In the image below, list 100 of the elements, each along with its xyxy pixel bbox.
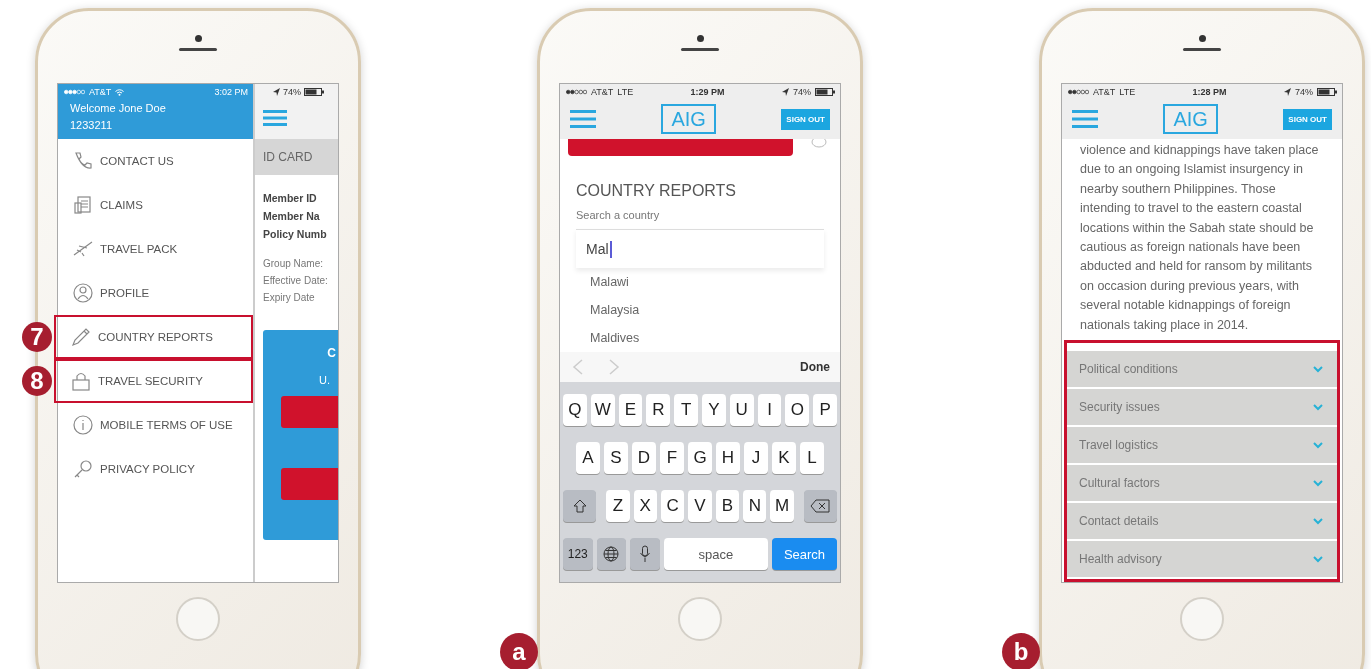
signal-dots-icon	[565, 89, 587, 95]
location-arrow-icon	[782, 88, 789, 96]
keyboard-key[interactable]: F	[660, 442, 684, 474]
suggestion-item[interactable]: Malawi	[560, 268, 840, 296]
carrier-name: AT&T	[89, 87, 112, 97]
chevron-left-icon[interactable]	[572, 359, 584, 375]
keyboard-key[interactable]: V	[688, 490, 712, 522]
menu-icon[interactable]	[570, 110, 596, 128]
keyboard-key[interactable]: K	[772, 442, 796, 474]
annotation-badge: b	[1002, 633, 1040, 669]
home-button[interactable]	[1180, 597, 1224, 641]
camera-dot	[1198, 35, 1206, 42]
delete-key[interactable]	[803, 490, 837, 522]
menu-item[interactable]: CLAIMS	[58, 183, 253, 227]
home-button[interactable]	[678, 597, 722, 641]
member-number: 1233211	[69, 118, 113, 133]
keyboard-key[interactable]: U	[729, 394, 754, 426]
menu-item[interactable]: PRIVACY POLICY	[58, 447, 253, 491]
keyboard-key[interactable]: R	[646, 394, 671, 426]
network-type: LTE	[1119, 87, 1136, 97]
keyboard-key[interactable]: J	[744, 442, 768, 474]
keyboard-key[interactable]: D	[632, 442, 656, 474]
keyboard-key[interactable]: L	[800, 442, 824, 474]
speaker-slot	[179, 48, 217, 51]
camera-dot	[194, 35, 202, 42]
keyboard-key[interactable]: N	[743, 490, 767, 522]
menu-item[interactable]: COUNTRY REPORTS	[54, 315, 253, 359]
welcome-text: Welcome Jone Doe	[69, 101, 167, 116]
numbers-key[interactable]: 123	[563, 538, 593, 570]
keyboard-key[interactable]: C	[660, 490, 685, 522]
keyboard-key[interactable]: A	[576, 442, 600, 474]
info-icon	[72, 414, 94, 436]
globe-key[interactable]	[596, 538, 627, 570]
menu-item[interactable]: CONTACT US	[58, 139, 253, 183]
keyboard-key[interactable]: W	[590, 394, 615, 426]
menu-item[interactable]: TRAVEL PACK	[58, 227, 253, 271]
carrier-name: AT&T	[591, 87, 614, 97]
menu-item[interactable]: MOBILE TERMS OF USE	[58, 403, 253, 447]
field-label: Search a country	[576, 208, 661, 223]
shift-arrow-icon	[572, 499, 587, 513]
keyboard-key[interactable]: G	[688, 442, 712, 474]
chevron-right-icon[interactable]	[608, 359, 620, 375]
keyboard-key[interactable]: E	[618, 394, 643, 426]
keyboard-key[interactable]: M	[770, 490, 794, 522]
field-label: Member ID	[263, 191, 318, 206]
keyboard-key[interactable]: I	[757, 394, 782, 426]
battery-percent: 74%	[793, 87, 811, 97]
status-time: 1:29 PM	[690, 87, 725, 97]
menu-icon[interactable]	[263, 110, 287, 126]
suggestion-item[interactable]: Maldives	[560, 324, 840, 352]
globe-icon	[603, 546, 620, 562]
annotation-badge: a	[500, 633, 538, 669]
field-label: Expiry Date	[263, 291, 316, 305]
padlock-icon	[70, 370, 92, 392]
keyboard-key[interactable]: Y	[702, 394, 726, 426]
keyboard-key[interactable]: Q	[563, 394, 587, 426]
location-arrow-icon	[273, 88, 280, 96]
battery-percent: 74%	[283, 87, 301, 97]
keyboard-key[interactable]: Z	[606, 490, 630, 522]
speaker-slot	[1183, 48, 1221, 51]
card-title: C	[327, 346, 337, 360]
done-button[interactable]: Done	[800, 360, 830, 374]
menu-item[interactable]: TRAVEL SECURITY	[54, 359, 253, 403]
field-label: Member Na	[263, 209, 321, 224]
tab[interactable]: ID CARD	[255, 139, 338, 175]
key-icon	[72, 458, 94, 480]
wifi-icon	[115, 88, 125, 96]
field-label: Effective Date:	[263, 274, 329, 288]
keyboard-key[interactable]: B	[715, 490, 740, 522]
carrier-name: AT&T	[1093, 87, 1116, 97]
keyboard-key[interactable]: X	[633, 490, 657, 522]
logo: AIG	[1163, 104, 1218, 134]
action-button[interactable]	[281, 468, 338, 500]
field-label: Policy Numb	[263, 227, 328, 242]
camera-dot	[696, 35, 704, 42]
home-button[interactable]	[176, 597, 220, 641]
keyboard-key[interactable]: T	[674, 394, 698, 426]
logo: AIG	[661, 104, 716, 134]
menu-icon[interactable]	[1072, 110, 1098, 128]
shift-key[interactable]	[563, 490, 597, 522]
suggestion-item[interactable]: Malaysia	[560, 296, 840, 324]
backspace-icon	[810, 499, 831, 513]
keyboard-key[interactable]: H	[716, 442, 740, 474]
battery-icon	[1317, 88, 1337, 96]
keyboard-key[interactable]: S	[604, 442, 628, 474]
battery-icon	[304, 88, 324, 96]
keyboard-key[interactable]: P	[813, 394, 837, 426]
annotation-badge: 7	[22, 322, 52, 352]
battery-icon	[815, 88, 835, 96]
search-field[interactable]: Mal	[576, 229, 824, 268]
action-button[interactable]	[568, 139, 793, 156]
network-type: LTE	[617, 87, 634, 97]
microphone-key[interactable]	[630, 538, 660, 570]
keyboard-key[interactable]: O	[785, 394, 810, 426]
annotation-badge: 8	[22, 366, 52, 396]
space-key[interactable]: space	[663, 538, 768, 570]
menu-item[interactable]: PROFILE	[58, 271, 253, 315]
location-arrow-icon	[1284, 88, 1291, 96]
action-button[interactable]	[281, 396, 338, 428]
status-time: 3:02 PM	[214, 87, 248, 97]
